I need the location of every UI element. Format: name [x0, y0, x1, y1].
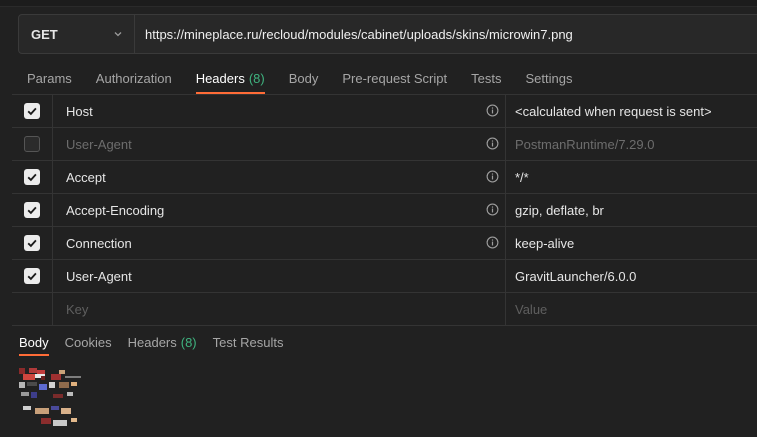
- response-tab-test-results[interactable]: Test Results: [205, 328, 292, 356]
- new-header-value-input[interactable]: Value: [505, 293, 757, 325]
- header-key-cell[interactable]: Connection: [53, 227, 505, 259]
- url-input[interactable]: https://mineplace.ru/recloud/modules/cab…: [135, 15, 757, 53]
- header-key: User-Agent: [66, 136, 132, 152]
- checkbox-cell: [12, 128, 53, 160]
- header-value: keep-alive: [515, 235, 575, 251]
- method-label: GET: [31, 26, 58, 42]
- tab-headers[interactable]: Headers (8): [184, 62, 277, 94]
- header-key: Host: [66, 103, 93, 119]
- tab-label: Params: [27, 70, 72, 86]
- header-key-cell[interactable]: User-Agent: [53, 260, 505, 292]
- header-key: Accept-Encoding: [66, 202, 165, 218]
- top-edge: [0, 0, 757, 7]
- checkbox-cell: [12, 227, 53, 259]
- info-icon[interactable]: [486, 137, 499, 150]
- response-headers-count: (8): [180, 334, 197, 350]
- tab-settings[interactable]: Settings: [513, 62, 584, 94]
- check-icon: [27, 107, 37, 116]
- skin-image-preview: [19, 368, 81, 426]
- tab-label: Body: [19, 334, 49, 350]
- tab-tests[interactable]: Tests: [459, 62, 513, 94]
- header-value-cell[interactable]: PostmanRuntime/7.29.0: [505, 128, 757, 160]
- info-icon[interactable]: [486, 104, 499, 117]
- checkbox-cell: [12, 161, 53, 193]
- header-value-cell[interactable]: */*: [505, 161, 757, 193]
- checkbox-cell: [12, 95, 53, 127]
- tab-label: Headers: [127, 334, 177, 350]
- request-bar: GET https://mineplace.ru/recloud/modules…: [18, 14, 757, 54]
- response-tabs: Body Cookies Headers (8) Test Results: [0, 328, 291, 356]
- header-value: <calculated when request is sent>: [515, 103, 712, 119]
- header-value-cell[interactable]: GravitLauncher/6.0.0: [505, 260, 757, 292]
- header-enabled-checkbox[interactable]: [24, 136, 40, 152]
- new-header-row: Key Value: [12, 293, 757, 326]
- value-placeholder: Value: [515, 301, 548, 317]
- header-value: PostmanRuntime/7.29.0: [515, 136, 655, 152]
- chevron-down-icon: [114, 32, 122, 37]
- method-select[interactable]: GET: [19, 15, 135, 53]
- header-value: gzip, deflate, br: [515, 202, 604, 218]
- tab-label: Cookies: [64, 334, 112, 350]
- info-icon[interactable]: [486, 170, 499, 183]
- headers-count: (8): [248, 70, 265, 86]
- header-key-cell[interactable]: Accept: [53, 161, 505, 193]
- header-row: User-Agent PostmanRuntime/7.29.0: [12, 128, 757, 161]
- tab-label: Settings: [525, 70, 573, 86]
- check-icon: [27, 206, 37, 215]
- tab-label: Authorization: [95, 70, 172, 86]
- tab-label: Body: [288, 70, 319, 86]
- header-row: Accept-Encoding gzip, deflate, br: [12, 194, 757, 227]
- tab-label: Headers: [195, 70, 245, 86]
- response-tab-headers[interactable]: Headers (8): [120, 328, 205, 356]
- header-row: User-Agent GravitLauncher/6.0.0: [12, 260, 757, 293]
- tab-params[interactable]: Params: [0, 62, 84, 94]
- header-value-cell[interactable]: gzip, deflate, br: [505, 194, 757, 226]
- response-tab-cookies[interactable]: Cookies: [57, 328, 120, 356]
- check-icon: [27, 272, 37, 281]
- tab-label: Pre-request Script: [342, 70, 448, 86]
- key-placeholder: Key: [66, 301, 89, 317]
- header-row: Host <calculated when request is sent>: [12, 95, 757, 128]
- header-value: GravitLauncher/6.0.0: [515, 268, 637, 284]
- new-header-key-input[interactable]: Key: [53, 293, 505, 325]
- tab-pre-request-script[interactable]: Pre-request Script: [330, 62, 459, 94]
- header-key-cell[interactable]: User-Agent: [53, 128, 505, 160]
- headers-table: Host <calculated when request is sent> U…: [12, 94, 757, 326]
- header-key: Connection: [66, 235, 132, 251]
- tab-label: Tests: [471, 70, 502, 86]
- info-icon[interactable]: [486, 236, 499, 249]
- checkbox-cell: [12, 260, 53, 292]
- info-icon[interactable]: [486, 203, 499, 216]
- header-value-cell[interactable]: keep-alive: [505, 227, 757, 259]
- header-value-cell[interactable]: <calculated when request is sent>: [505, 95, 757, 127]
- header-key-cell[interactable]: Accept-Encoding: [53, 194, 505, 226]
- header-enabled-checkbox[interactable]: [24, 202, 40, 218]
- header-enabled-checkbox[interactable]: [24, 169, 40, 185]
- header-key-cell[interactable]: Host: [53, 95, 505, 127]
- header-key: User-Agent: [66, 268, 132, 284]
- header-key: Accept: [66, 169, 106, 185]
- tab-label: Test Results: [212, 334, 284, 350]
- response-tab-body[interactable]: Body: [0, 328, 57, 356]
- check-icon: [27, 173, 37, 182]
- header-value: */*: [515, 169, 529, 185]
- header-row: Connection keep-alive: [12, 227, 757, 260]
- check-icon: [27, 239, 37, 248]
- request-tabs: Params Authorization Headers (8) Body Pre…: [0, 62, 584, 94]
- header-row: Accept */*: [12, 161, 757, 194]
- checkbox-cell: [12, 194, 53, 226]
- header-enabled-checkbox[interactable]: [24, 268, 40, 284]
- tab-body[interactable]: Body: [277, 62, 331, 94]
- tab-authorization[interactable]: Authorization: [84, 62, 184, 94]
- header-enabled-checkbox[interactable]: [24, 103, 40, 119]
- header-enabled-checkbox[interactable]: [24, 235, 40, 251]
- checkbox-cell: [12, 293, 53, 325]
